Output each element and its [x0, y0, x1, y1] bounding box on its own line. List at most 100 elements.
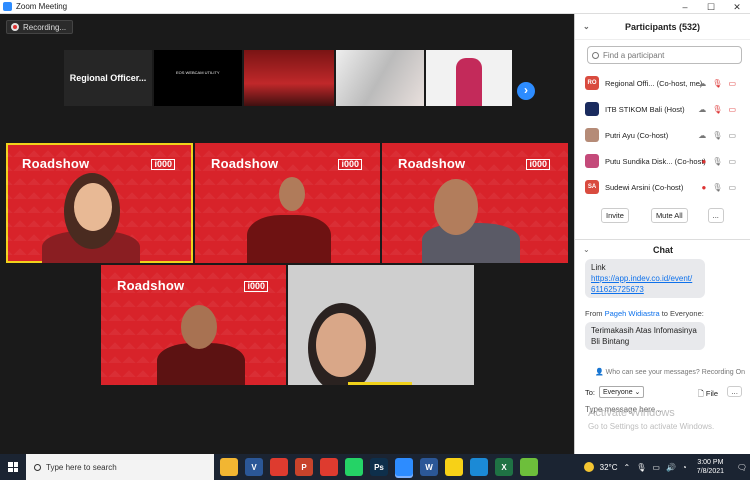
- video-stage: Recording... Regional Officer... EOS WEB…: [0, 14, 574, 454]
- start-button[interactable]: [0, 454, 26, 480]
- microphone-icon[interactable]: 🎙: [636, 463, 646, 472]
- video-tile-active-speaker[interactable]: Roadshow i000: [6, 143, 193, 263]
- word-icon[interactable]: W: [420, 458, 438, 476]
- thumbnail-presentation[interactable]: [336, 50, 424, 106]
- photoshop-icon[interactable]: Ps: [370, 458, 388, 476]
- next-page-button[interactable]: ›: [517, 82, 535, 100]
- file-button[interactable]: 🗋 File: [698, 388, 718, 401]
- thumbnail-webcam-utility[interactable]: EOS WEBCAM UTILITY: [154, 50, 242, 106]
- volume-icon[interactable]: 🔊: [666, 463, 676, 472]
- person-icon: 👤: [595, 369, 604, 376]
- mic-icon[interactable]: 🎙: [712, 183, 722, 192]
- participant-row[interactable]: Putu Sundika Disk... (Co-host) ● 🎙 ▭: [585, 148, 750, 174]
- mute-all-button[interactable]: Mute All: [650, 208, 688, 223]
- mic-icon[interactable]: 🎙: [712, 131, 722, 140]
- close-button[interactable]: ✕: [724, 0, 750, 14]
- presenter-figure: [456, 58, 482, 106]
- whatsapp-icon[interactable]: [345, 458, 363, 476]
- sender-name[interactable]: Pageh Widiastra: [605, 309, 660, 318]
- participant-name: Regional Offi...: [605, 78, 655, 88]
- message-visibility-note[interactable]: 👤 Who can see your messages? Recording O…: [595, 368, 745, 376]
- person-face: [181, 305, 217, 349]
- sticky-notes-icon[interactable]: [445, 458, 463, 476]
- android-icon[interactable]: [520, 458, 538, 476]
- visual-studio-icon[interactable]: V: [245, 458, 263, 476]
- participant-search-input[interactable]: Find a participant: [587, 46, 742, 64]
- avatar: SA: [585, 180, 599, 194]
- chrome-icon[interactable]: [270, 458, 288, 476]
- chevron-up-icon[interactable]: ⌃: [624, 463, 631, 472]
- network-icon[interactable]: ◔: [682, 463, 687, 472]
- zoom-icon[interactable]: [395, 458, 413, 476]
- participant-role: (Co-host): [652, 182, 684, 192]
- avatar: RO: [585, 76, 599, 90]
- file-explorer-icon[interactable]: [220, 458, 238, 476]
- video-tile-5[interactable]: [288, 265, 474, 385]
- clock[interactable]: 3:00 PM 7/8/2021: [697, 458, 724, 476]
- chat-more-button[interactable]: ...: [727, 386, 742, 397]
- maximize-button[interactable]: ☐: [698, 0, 724, 14]
- visibility-text: Who can see your messages? Recording On: [605, 369, 745, 376]
- recording-status-icon: ●: [701, 156, 707, 166]
- participant-row[interactable]: Putri Ayu (Co-host) ☁ 🎙 ▭: [585, 122, 750, 148]
- watermark-subtitle: Go to Settings to activate Windows.: [588, 422, 715, 431]
- search-icon: [592, 51, 599, 59]
- video-tile-3[interactable]: Roadshow i000: [382, 143, 568, 263]
- participant-actions: Invite Mute All ...: [601, 208, 750, 223]
- temperature[interactable]: 32°C: [600, 463, 618, 472]
- edge-icon[interactable]: [470, 458, 488, 476]
- participant-row[interactable]: RO Regional Offi... (Co-host, me) ☁ 🎙 ▭: [585, 70, 750, 96]
- participant-role: (Co-host): [636, 130, 669, 140]
- video-off-icon[interactable]: ▭: [728, 79, 736, 88]
- chat-sender-line: From Pageh Widiastra to Everyone:: [585, 309, 704, 318]
- video-tile-4[interactable]: Roadshow i000: [101, 265, 286, 385]
- participant-name: ITB STIKOM Bali: [605, 104, 663, 114]
- more-options-button[interactable]: ...: [707, 208, 724, 223]
- chat-message: Terimakasih Atas Infomasinya Bli Bintang: [585, 322, 705, 350]
- window-title: Zoom Meeting: [16, 2, 68, 11]
- collapse-participants-button[interactable]: ⌄: [583, 22, 590, 31]
- video-icon[interactable]: ▭: [728, 183, 736, 192]
- thumbnail-presenter[interactable]: [426, 50, 512, 106]
- excel-icon[interactable]: X: [495, 458, 513, 476]
- participant-list: RO Regional Offi... (Co-host, me) ☁ 🎙 ▭ IT…: [585, 70, 750, 200]
- participant-row[interactable]: ITB STIKOM Bali (Host) ☁ 🎙 ▭: [585, 96, 750, 122]
- message-link[interactable]: https://app.indev.co.id/event/6116257256…: [591, 274, 692, 294]
- to-label: To:: [585, 387, 596, 397]
- minimize-button[interactable]: –: [672, 0, 698, 14]
- system-tray: 32°C ⌃ 🎙 ▭ 🔊 ◔ 3:00 PM 7/8/2021 🗨: [583, 454, 750, 480]
- weather-icon[interactable]: [583, 462, 594, 472]
- event-logo: i000: [526, 159, 550, 170]
- video-tile-2[interactable]: Roadshow i000: [195, 143, 380, 263]
- file-icon: 🗋: [697, 389, 704, 398]
- side-panel: ⌄ Participants (532) Find a participant …: [574, 14, 750, 454]
- video-icon[interactable]: ▭: [728, 131, 736, 140]
- mic-muted-icon[interactable]: 🎙: [712, 105, 722, 114]
- video-icon[interactable]: ▭: [728, 157, 736, 166]
- participants-header: ⌄ Participants (532): [575, 14, 750, 40]
- powerpoint-icon[interactable]: P: [295, 458, 313, 476]
- person-face: [434, 179, 478, 235]
- video-off-icon[interactable]: ▭: [728, 105, 736, 114]
- chrome-icon-2[interactable]: [320, 458, 338, 476]
- person-body: [247, 215, 331, 263]
- invite-button[interactable]: Invite: [601, 208, 629, 223]
- taskbar: Type here to search V P Ps W X 32°C ⌃ 🎙 ▭ 🔊 …: [0, 454, 750, 480]
- mic-icon[interactable]: 🎙: [712, 157, 722, 166]
- notification-icon[interactable]: 🗨: [734, 463, 750, 472]
- from-suffix: to Everyone:: [661, 309, 704, 318]
- mic-muted-icon[interactable]: 🎙: [712, 79, 722, 88]
- taskbar-search-input[interactable]: Type here to search: [26, 454, 214, 480]
- clock-time: 3:00 PM: [697, 459, 724, 466]
- thumbnail-stage[interactable]: [244, 50, 334, 106]
- participant-row[interactable]: SA Sudewi Arsini (Co-host) ● 🎙 ▭: [585, 174, 750, 200]
- message-text: Terimakasih Atas Infomasinya: [591, 326, 697, 335]
- collapse-chat-button[interactable]: ⌄: [583, 245, 590, 254]
- battery-icon[interactable]: ▭: [652, 463, 660, 472]
- thumbnail-regional-officer[interactable]: Regional Officer...: [64, 50, 152, 106]
- person-face: [316, 313, 366, 377]
- recipient-dropdown[interactable]: Everyone ⌄: [599, 386, 645, 398]
- recording-indicator[interactable]: Recording...: [6, 20, 74, 34]
- participant-name: Putri Ayu: [605, 130, 635, 140]
- from-prefix: From: [585, 309, 603, 318]
